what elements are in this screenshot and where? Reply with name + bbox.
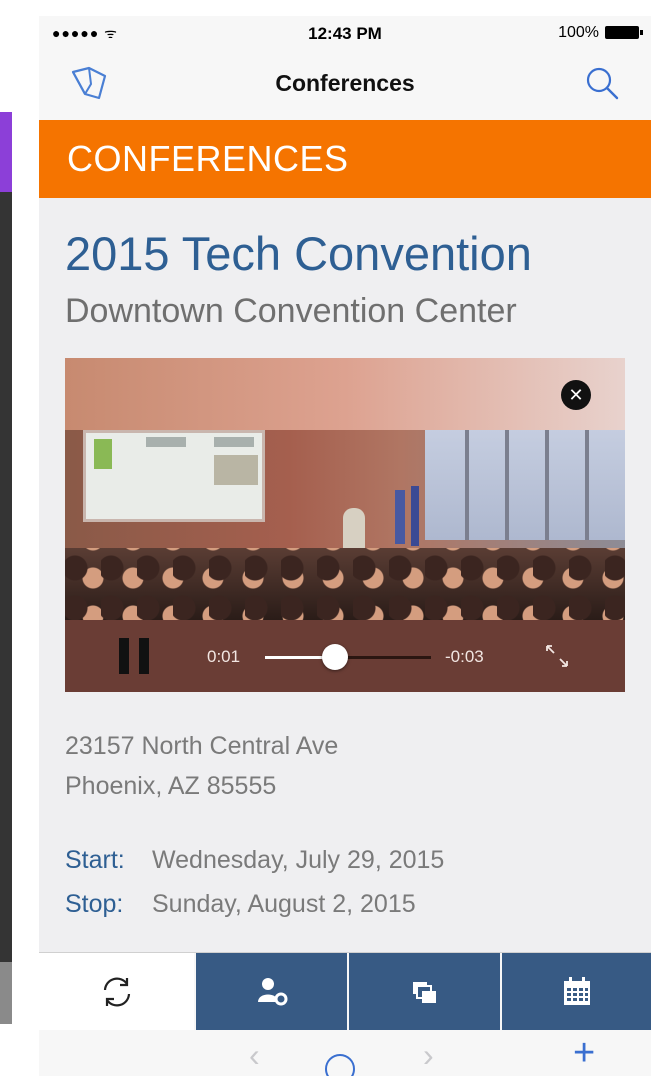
section-banner-label: CONFERENCES [67, 138, 349, 179]
page-title: Conferences [275, 70, 415, 96]
close-icon: ✕ [568, 385, 584, 405]
status-bar: ●●●●● ᯤ 12:43 PM 100% [39, 16, 651, 50]
start-label: Start: [65, 846, 125, 874]
address-line-2: Phoenix, AZ 85555 [65, 772, 277, 800]
video-frame-top [65, 358, 625, 430]
stop-date: Sunday, August 2, 2015 [152, 890, 416, 918]
event-venue: Downtown Convention Center [65, 292, 517, 330]
forward-button[interactable]: › [423, 1039, 434, 1071]
phone-screen: ●●●●● ᯤ 12:43 PM 100% Conferences CONFER… [39, 0, 651, 1076]
back-button[interactable]: ‹ [249, 1039, 260, 1071]
gallery-icon [412, 982, 436, 1003]
video-elapsed-time: 0:01 [207, 647, 241, 666]
background-purple-strip [0, 112, 12, 192]
video-remaining-time: -0:03 [445, 647, 484, 666]
background-grey-strip [0, 962, 12, 1024]
home-button[interactable] [325, 1054, 355, 1076]
fullscreen-button[interactable] [541, 640, 573, 672]
video-frame-projection-screen [83, 430, 265, 522]
background-app-edge [0, 0, 14, 1076]
video-close-button[interactable]: ✕ [561, 380, 591, 410]
video-frame-flag [395, 490, 405, 544]
video-player[interactable]: ✕ 0:01 -0:03 [65, 358, 625, 692]
video-controls: 0:01 -0:03 [65, 620, 625, 692]
event-detail: 2015 Tech Convention Downtown Convention… [39, 198, 651, 952]
tab-bar [39, 952, 651, 1031]
video-scrubber[interactable] [265, 644, 431, 670]
tab-calendar[interactable] [502, 953, 651, 1031]
browser-toolbar: ‹ › + [39, 1030, 651, 1076]
search-icon [586, 67, 619, 100]
tab-gallery[interactable] [349, 953, 500, 1031]
battery-percent: 100% [558, 24, 599, 41]
tab-refresh[interactable] [39, 953, 194, 1031]
navigation-bar: Conferences [39, 50, 651, 120]
video-frame-flag [411, 486, 419, 546]
video-frame-audience [65, 548, 625, 620]
calendar-icon [563, 977, 590, 1005]
stop-label: Stop: [65, 890, 124, 918]
video-frame-windows [425, 430, 625, 540]
fullscreen-icon [546, 645, 568, 667]
start-date: Wednesday, July 29, 2015 [152, 846, 445, 874]
search-button[interactable] [583, 64, 623, 104]
video-scrubber-knob[interactable] [321, 644, 348, 670]
background-dark-strip [0, 192, 12, 962]
pause-button[interactable] [119, 638, 151, 674]
add-button[interactable]: + [573, 1034, 595, 1072]
section-banner: CONFERENCES [39, 120, 651, 198]
user-settings-icon [257, 978, 287, 1006]
battery-icon [605, 26, 643, 39]
address-line-1: 23157 North Central Ave [65, 732, 339, 760]
start-date-row: Start: Wednesday, July 29, 2015 [65, 846, 444, 875]
tab-user-settings[interactable] [196, 953, 347, 1031]
stop-date-row: Stop: Sunday, August 2, 2015 [65, 890, 416, 919]
refresh-icon [103, 977, 130, 1007]
event-title: 2015 Tech Convention [65, 227, 532, 280]
